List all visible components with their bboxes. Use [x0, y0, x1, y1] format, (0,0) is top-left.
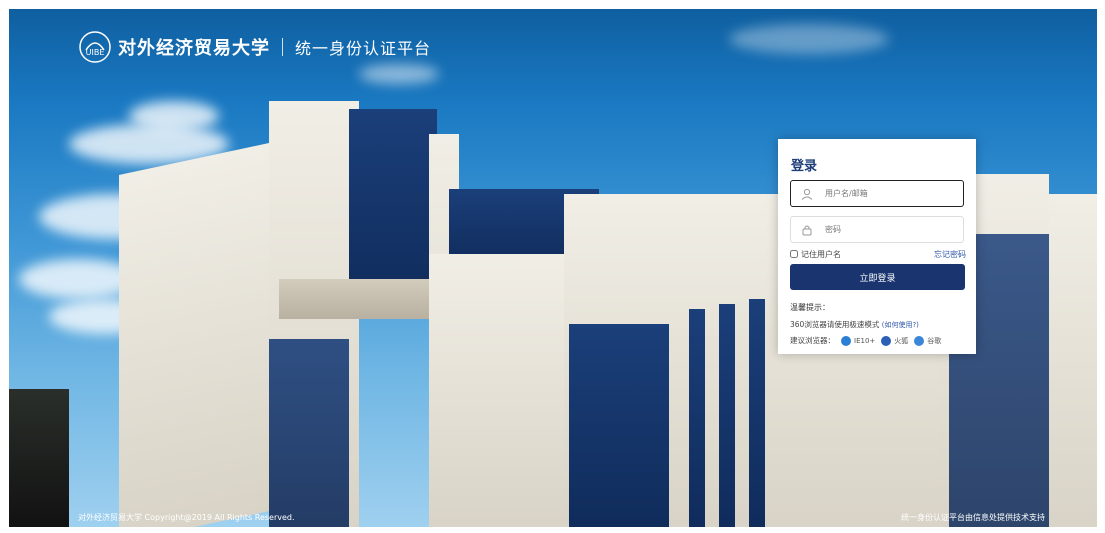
forgot-password-link[interactable]: 忘记密码	[934, 249, 966, 260]
login-panel: 登录 记住用户名 忘记密码 立即登录 温馨提示： 360浏览器请使用极速模式 (…	[778, 139, 976, 354]
tips-360-text: 360浏览器请使用极速模式	[790, 320, 880, 329]
header-brand: UIBE 对外经济贸易大学 统一身份认证平台	[78, 31, 432, 63]
recommend-label: 建议浏览器：	[790, 336, 835, 345]
footer-support: 统一身份认证平台由信息处提供技术支持	[901, 513, 1045, 522]
lock-icon	[799, 222, 815, 238]
browser-chrome: 谷歌	[914, 335, 941, 346]
tips-title: 温馨提示：	[790, 303, 830, 312]
chrome-icon	[914, 335, 925, 346]
university-logo-icon: UIBE	[79, 31, 111, 63]
password-input[interactable]	[825, 225, 945, 234]
how-to-link[interactable]: (如何使用?)	[882, 321, 919, 329]
recommended-browsers: 建议浏览器： IE10+ 火狐 谷歌	[790, 335, 941, 346]
tips-360-browser: 360浏览器请使用极速模式 (如何使用?)	[790, 319, 919, 330]
login-title: 登录	[791, 159, 818, 174]
password-field[interactable]	[790, 216, 964, 243]
header-divider	[282, 38, 283, 56]
browser-firefox: 火狐	[881, 335, 908, 346]
username-input[interactable]	[825, 189, 945, 198]
login-button[interactable]: 立即登录	[790, 264, 965, 290]
user-icon	[799, 186, 815, 202]
browser-ie: IE10+	[841, 335, 875, 346]
firefox-icon	[881, 335, 892, 346]
footer-copyright: 对外经济贸易大学 Copyright@2019 All Rights Reser…	[78, 513, 295, 522]
remember-checkbox[interactable]	[790, 250, 798, 258]
remember-username[interactable]: 记住用户名	[790, 249, 841, 260]
svg-text:UIBE: UIBE	[86, 48, 105, 57]
university-name: 对外经济贸易大学	[118, 38, 270, 59]
remember-row: 记住用户名 忘记密码	[790, 248, 966, 260]
platform-name: 统一身份认证平台	[295, 39, 432, 58]
ie-icon	[841, 335, 851, 346]
remember-label: 记住用户名	[801, 249, 841, 259]
username-field[interactable]	[790, 180, 964, 207]
